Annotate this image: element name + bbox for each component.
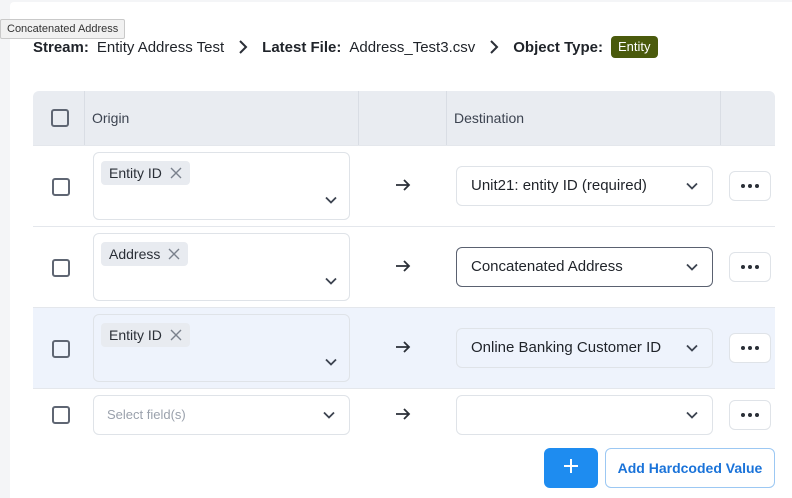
- add-hardcoded-value-button[interactable]: Add Hardcoded Value: [605, 448, 775, 488]
- chevron-down-icon[interactable]: [324, 274, 338, 288]
- column-divider: [720, 91, 721, 145]
- close-icon[interactable]: [170, 329, 182, 341]
- more-options-button[interactable]: [729, 252, 771, 282]
- column-divider: [358, 91, 359, 145]
- close-icon[interactable]: [168, 248, 180, 260]
- more-icon: [755, 265, 759, 269]
- destination-select[interactable]: Online Banking Customer ID: [456, 328, 713, 368]
- destination-value: Unit21: entity ID (required): [471, 177, 647, 194]
- add-row-button[interactable]: [544, 448, 598, 488]
- table-row: Address Concatenated Address: [33, 226, 775, 307]
- chevron-down-icon: [685, 260, 699, 274]
- plus-icon: [563, 458, 579, 479]
- more-icon: [741, 184, 745, 188]
- breadcrumb: Stream: Entity Address Test Latest File:…: [33, 34, 658, 60]
- row-checkbox[interactable]: [52, 259, 70, 277]
- chevron-down-icon: [685, 408, 699, 422]
- stream-value[interactable]: Entity Address Test: [97, 39, 224, 56]
- stream-label: Stream:: [33, 38, 89, 56]
- origin-select[interactable]: Select field(s): [93, 395, 350, 435]
- more-icon: [748, 413, 752, 417]
- destination-value: Online Banking Customer ID: [471, 339, 662, 356]
- chevron-right-icon: [485, 38, 503, 56]
- destination-select[interactable]: [456, 395, 713, 435]
- row-checkbox[interactable]: [52, 406, 70, 424]
- more-icon: [748, 346, 752, 350]
- tooltip: Concatenated Address: [0, 19, 126, 39]
- table-header: Origin Destination: [33, 91, 775, 145]
- origin-chip: Entity ID: [101, 161, 190, 185]
- more-options-button[interactable]: [729, 171, 771, 201]
- origin-chip: Entity ID: [101, 323, 190, 347]
- more-icon: [755, 413, 759, 417]
- chevron-right-icon: [234, 38, 252, 56]
- row-checkbox[interactable]: [52, 178, 70, 196]
- select-all-checkbox[interactable]: [51, 109, 69, 127]
- chevron-down-icon: [685, 179, 699, 193]
- row-checkbox[interactable]: [52, 340, 70, 358]
- table-row: Select field(s): [33, 388, 775, 440]
- more-icon: [741, 346, 745, 350]
- mapping-table: Origin Destination Entity ID Unit21: ent…: [33, 91, 775, 440]
- column-divider: [84, 91, 85, 145]
- file-value[interactable]: Address_Test3.csv: [349, 39, 475, 56]
- origin-chip-label: Entity ID: [109, 327, 162, 343]
- more-icon: [755, 346, 759, 350]
- chevron-down-icon[interactable]: [324, 355, 338, 369]
- more-icon: [741, 265, 745, 269]
- more-icon: [748, 265, 752, 269]
- chevron-down-icon[interactable]: [324, 193, 338, 207]
- more-icon: [748, 184, 752, 188]
- object-type-label: Object Type:: [513, 38, 603, 56]
- file-label: Latest File:: [262, 38, 342, 56]
- close-icon[interactable]: [170, 167, 182, 179]
- arrow-right-icon: [395, 339, 411, 355]
- origin-chip-label: Address: [109, 246, 161, 262]
- origin-multiselect[interactable]: Address: [93, 233, 350, 301]
- origin-chip-label: Entity ID: [109, 165, 162, 181]
- more-options-button[interactable]: [729, 400, 771, 430]
- destination-value: Concatenated Address: [471, 258, 623, 275]
- destination-select[interactable]: Unit21: entity ID (required): [456, 166, 713, 206]
- more-icon: [755, 184, 759, 188]
- destination-select[interactable]: Concatenated Address: [456, 247, 713, 287]
- chevron-down-icon: [685, 341, 699, 355]
- table-row: Entity ID Unit21: entity ID (required): [33, 145, 775, 226]
- more-options-button[interactable]: [729, 333, 771, 363]
- origin-multiselect[interactable]: Entity ID: [93, 314, 350, 382]
- origin-chip: Address: [101, 242, 189, 266]
- table-row: Entity ID Online Banking Customer ID: [33, 307, 775, 388]
- origin-placeholder: Select field(s): [107, 407, 186, 422]
- arrow-right-icon: [395, 177, 411, 193]
- arrow-right-icon: [395, 258, 411, 274]
- more-icon: [741, 413, 745, 417]
- object-type-badge: Entity: [610, 36, 658, 58]
- origin-multiselect[interactable]: Entity ID: [93, 152, 350, 220]
- origin-header: Origin: [92, 110, 130, 126]
- arrow-right-icon: [395, 406, 411, 422]
- column-divider: [446, 91, 447, 145]
- destination-header: Destination: [454, 110, 525, 126]
- chevron-down-icon: [322, 408, 336, 422]
